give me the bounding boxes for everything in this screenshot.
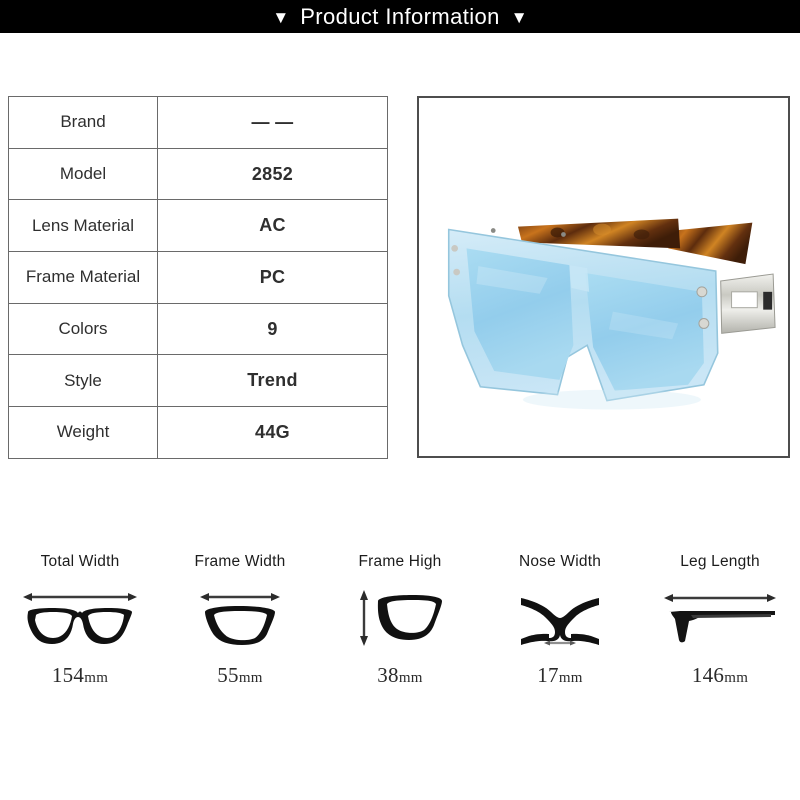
single-lens-horizontal-icon xyxy=(197,587,283,649)
measurement-value: 38mm xyxy=(377,663,423,688)
spec-value-colors: 9 xyxy=(157,302,388,356)
measurement-value: 17mm xyxy=(537,663,583,688)
spec-label-colors: Colors xyxy=(8,302,158,356)
single-lens-vertical-icon xyxy=(354,587,446,649)
table-row: Model 2852 xyxy=(8,147,388,201)
measurement-number: 17 xyxy=(537,663,559,687)
measurement-number: 38 xyxy=(377,663,399,687)
measurement-frame-width: Frame Width 55mm xyxy=(160,553,320,688)
measurement-unit: mm xyxy=(84,670,109,686)
spec-label-frame-material: Frame Material xyxy=(8,251,158,304)
page-header-bar: ▼ Product Information ▼ xyxy=(0,0,800,33)
measurements-row: Total Width 154mm Frame Width 55mm Frame… xyxy=(0,553,800,688)
triangle-down-right-icon: ▼ xyxy=(510,8,528,27)
measurement-title: Nose Width xyxy=(518,553,602,570)
spec-value-style: Trend xyxy=(157,354,388,408)
spec-label-model: Model xyxy=(8,147,158,201)
table-row: Brand — — xyxy=(8,96,388,149)
table-row: Frame Material PC xyxy=(8,251,388,304)
header-content: ▼ Product Information ▼ xyxy=(272,4,527,30)
measurement-value: 146mm xyxy=(692,663,748,688)
table-row: Weight 44G xyxy=(8,406,388,459)
page-title: Product Information xyxy=(300,3,500,29)
measurement-unit: mm xyxy=(724,670,749,686)
spec-value-weight: 44G xyxy=(157,406,388,459)
spec-label-lens-material: Lens Material xyxy=(8,199,158,253)
spec-value-lens-material: AC xyxy=(157,199,388,253)
measurement-title: Frame Width xyxy=(194,553,286,570)
spec-label-style: Style xyxy=(8,354,158,408)
temple-arm-icon xyxy=(661,587,779,649)
measurement-frame-high: Frame High 38mm xyxy=(320,553,480,688)
measurement-leg-length: Leg Length 146mm xyxy=(640,553,800,688)
spec-label-weight: Weight xyxy=(8,406,158,459)
measurement-number: 146 xyxy=(691,663,725,687)
nose-bridge-icon xyxy=(515,587,605,649)
sunglasses-photo xyxy=(419,98,788,456)
spec-value-frame-material: PC xyxy=(157,251,388,304)
measurement-unit: mm xyxy=(398,670,423,686)
spec-label-brand: Brand xyxy=(8,96,158,149)
measurement-number: 154 xyxy=(51,663,85,687)
measurement-value: 55mm xyxy=(217,663,263,688)
measurement-title: Total Width xyxy=(40,553,120,570)
table-row: Lens Material AC xyxy=(8,199,388,253)
spec-value-brand: — — xyxy=(157,96,388,149)
measurement-unit: mm xyxy=(238,670,263,686)
full-glasses-horizontal-icon xyxy=(20,587,140,649)
product-overview-section: Brand — — Model 2852 Lens Material AC Fr… xyxy=(0,33,800,687)
measurement-total-width: Total Width 154mm xyxy=(0,553,160,688)
measurement-title: Frame High xyxy=(358,553,442,570)
triangle-down-left-icon: ▼ xyxy=(272,8,290,27)
measurement-number: 55 xyxy=(217,663,239,687)
table-row: Style Trend xyxy=(8,354,388,408)
measurement-title: Leg Length xyxy=(680,553,760,570)
measurement-nose-width: Nose Width 17mm xyxy=(480,553,640,688)
spec-value-model: 2852 xyxy=(157,147,388,201)
measurement-unit: mm xyxy=(558,670,583,686)
specification-table: Brand — — Model 2852 Lens Material AC Fr… xyxy=(8,96,388,459)
product-image-frame xyxy=(417,96,790,458)
table-row: Colors 9 xyxy=(8,302,388,356)
measurement-value: 154mm xyxy=(52,663,108,688)
